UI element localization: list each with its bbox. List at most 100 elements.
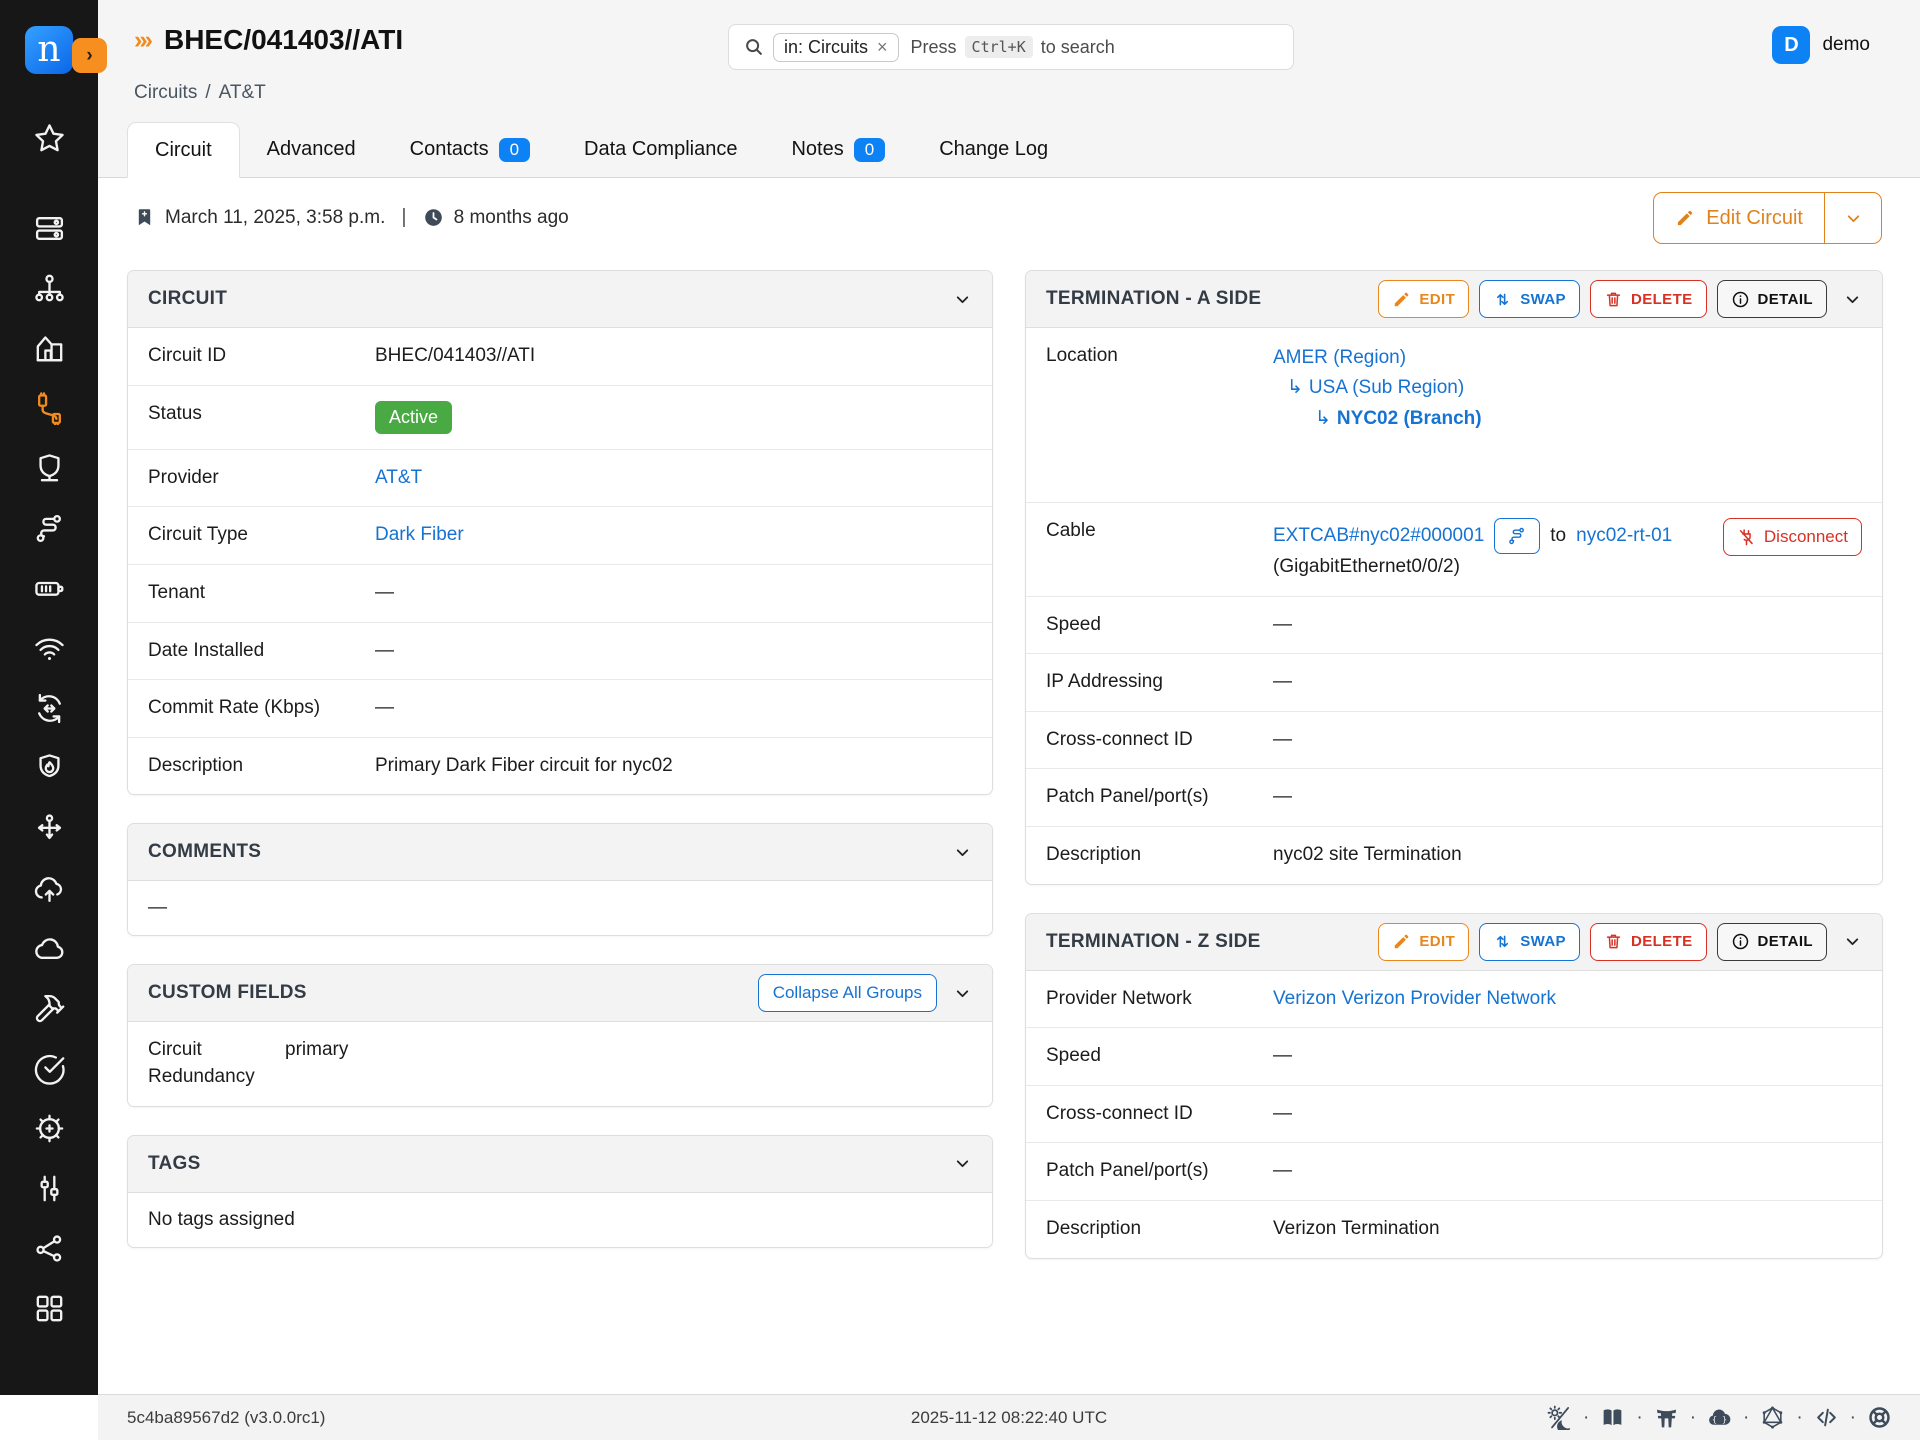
racks-icon[interactable] — [0, 198, 98, 258]
avatar: D — [1772, 26, 1810, 64]
disconnect-button[interactable]: Disconnect — [1723, 518, 1862, 556]
book-icon[interactable] — [1600, 1405, 1625, 1430]
location-type-link[interactable]: (Sub Region) — [1352, 377, 1464, 398]
cable-icon[interactable] — [0, 378, 98, 438]
row-value-text: Primary Dark Fiber circuit for nyc02 — [375, 755, 673, 776]
termination-z-detail-button[interactable]: DETAIL — [1717, 923, 1827, 961]
location-level: ↳USA (Sub Region) — [1273, 373, 1862, 403]
termination-a-delete-button[interactable]: DELETE — [1590, 280, 1707, 318]
route-icon[interactable] — [0, 498, 98, 558]
hammer-icon[interactable] — [0, 978, 98, 1038]
building-icon[interactable] — [0, 318, 98, 378]
table-row: Patch Panel/port(s)— — [1026, 768, 1882, 826]
value-link[interactable]: Dark Fiber — [375, 524, 464, 545]
row-value-text: primary — [285, 1039, 348, 1060]
chip-close-icon[interactable]: × — [877, 37, 888, 58]
search-input[interactable]: in: Circuits × Press Ctrl+K to search — [728, 24, 1294, 70]
row-value-text: — — [1273, 1103, 1292, 1124]
battery-icon[interactable] — [0, 558, 98, 618]
tab-contacts[interactable]: Contacts0 — [383, 122, 557, 177]
lifebuoy-icon[interactable] — [1867, 1405, 1892, 1430]
row-label: Location — [1046, 343, 1273, 370]
table-row: DescriptionVerizon Termination — [1026, 1200, 1882, 1258]
row-value-text: — — [1273, 671, 1292, 692]
tab-change-log[interactable]: Change Log — [912, 122, 1075, 177]
chevron-down-icon — [1844, 209, 1863, 228]
sidebar: n — [0, 0, 98, 1395]
chevron-down-icon[interactable] — [1843, 290, 1862, 309]
chevron-down-icon[interactable] — [953, 843, 972, 862]
edit-circuit-dropdown[interactable] — [1825, 193, 1881, 243]
location-type-link[interactable]: (Branch) — [1403, 408, 1481, 429]
location-link[interactable]: NYC02 — [1337, 408, 1398, 429]
table-row: Cross-connect ID— — [1026, 1085, 1882, 1143]
value-link[interactable]: AT&T — [375, 467, 422, 488]
wifi-icon[interactable] — [0, 618, 98, 678]
table-row: Circuit IDBHEC/041403//ATI — [128, 328, 992, 385]
nautobot-logo[interactable]: n — [25, 26, 73, 74]
cable-device-link[interactable]: nyc02-rt-01 — [1576, 523, 1672, 550]
shield-fire-icon[interactable] — [0, 738, 98, 798]
termination-z-swap-button[interactable]: SWAP — [1479, 923, 1580, 961]
shield-network-icon[interactable] — [0, 438, 98, 498]
graphql-icon[interactable] — [1760, 1405, 1785, 1430]
tab-label: Change Log — [939, 138, 1048, 161]
sitemap-icon[interactable] — [0, 258, 98, 318]
tab-circuit[interactable]: Circuit — [127, 122, 240, 178]
termination-a-edit-button[interactable]: EDIT — [1378, 280, 1469, 318]
tab-data-compliance[interactable]: Data Compliance — [557, 122, 764, 177]
location-level: ↳NYC02 (Branch) — [1273, 404, 1862, 434]
sliders-icon[interactable] — [0, 1158, 98, 1218]
cloud-upload-icon[interactable] — [0, 858, 98, 918]
object-meta: March 11, 2025, 3:58 p.m. | 8 months ago — [134, 206, 569, 229]
row-value-text: — — [1273, 1045, 1292, 1066]
cloud-code-icon[interactable]: { } — [1707, 1405, 1732, 1430]
star-icon[interactable] — [0, 108, 98, 168]
location-type-link[interactable]: (Region) — [1333, 347, 1406, 368]
breadcrumb-provider[interactable]: AT&T — [219, 82, 266, 104]
share-nodes-icon[interactable] — [0, 1218, 98, 1278]
location-link[interactable]: USA — [1309, 377, 1347, 398]
sidebar-nav — [0, 108, 98, 1338]
termination-z-edit-button[interactable]: EDIT — [1378, 923, 1469, 961]
status-badge[interactable]: Active — [375, 401, 452, 434]
user-menu[interactable]: D demo — [1772, 26, 1870, 64]
location-link[interactable]: AMER — [1273, 347, 1328, 368]
collapse-all-groups-button[interactable]: Collapse All Groups — [758, 974, 937, 1012]
sync-icon[interactable] — [0, 678, 98, 738]
edit-circuit-button[interactable]: Edit Circuit — [1654, 193, 1825, 243]
termination-z-delete-button[interactable]: DELETE — [1590, 923, 1707, 961]
row-label: Commit Rate (Kbps) — [148, 695, 375, 722]
circuit-panel: CIRCUIT Circuit IDBHEC/041403//ATIStatus… — [127, 270, 993, 795]
row-label: Description — [1046, 842, 1273, 869]
search-scope-chip[interactable]: in: Circuits × — [773, 33, 899, 62]
gear-plus-icon[interactable] — [0, 1098, 98, 1158]
search-placeholder: Press Ctrl+K to search — [911, 36, 1115, 58]
row-label: Patch Panel/port(s) — [1046, 784, 1273, 811]
move-icon[interactable] — [0, 798, 98, 858]
table-row: Patch Panel/port(s)— — [1026, 1142, 1882, 1200]
row-label: Description — [148, 753, 375, 780]
chevron-down-icon[interactable] — [1843, 932, 1862, 951]
chevron-down-icon[interactable] — [953, 984, 972, 1003]
breadcrumb-circuits[interactable]: Circuits — [134, 82, 197, 104]
footer-separator: · — [1796, 1407, 1802, 1429]
cable-interface: (GigabitEthernet0/0/2) — [1273, 554, 1723, 581]
value-link[interactable]: Verizon Verizon Provider Network — [1273, 988, 1556, 1009]
theme-icon[interactable] — [1547, 1405, 1572, 1430]
tab-advanced[interactable]: Advanced — [240, 122, 383, 177]
grid-icon[interactable] — [0, 1278, 98, 1338]
chevron-down-icon[interactable] — [953, 290, 972, 309]
termination-a-swap-button[interactable]: SWAP — [1479, 280, 1580, 318]
torii-icon[interactable] — [1654, 1405, 1679, 1430]
cloud-icon[interactable] — [0, 918, 98, 978]
tab-notes[interactable]: Notes0 — [764, 122, 912, 177]
check-circle-icon[interactable] — [0, 1038, 98, 1098]
chevron-down-icon[interactable] — [953, 1154, 972, 1173]
cable-link[interactable]: EXTCAB#nyc02#000001 — [1273, 523, 1484, 550]
sidebar-expand-button[interactable]: › — [72, 38, 107, 73]
cable-trace-button[interactable] — [1494, 518, 1540, 554]
code-icon[interactable] — [1814, 1405, 1839, 1430]
location-tree: AMER (Region) ↳USA (Sub Region)↳NYC02 (Br… — [1273, 343, 1862, 434]
termination-a-detail-button[interactable]: DETAIL — [1717, 280, 1827, 318]
